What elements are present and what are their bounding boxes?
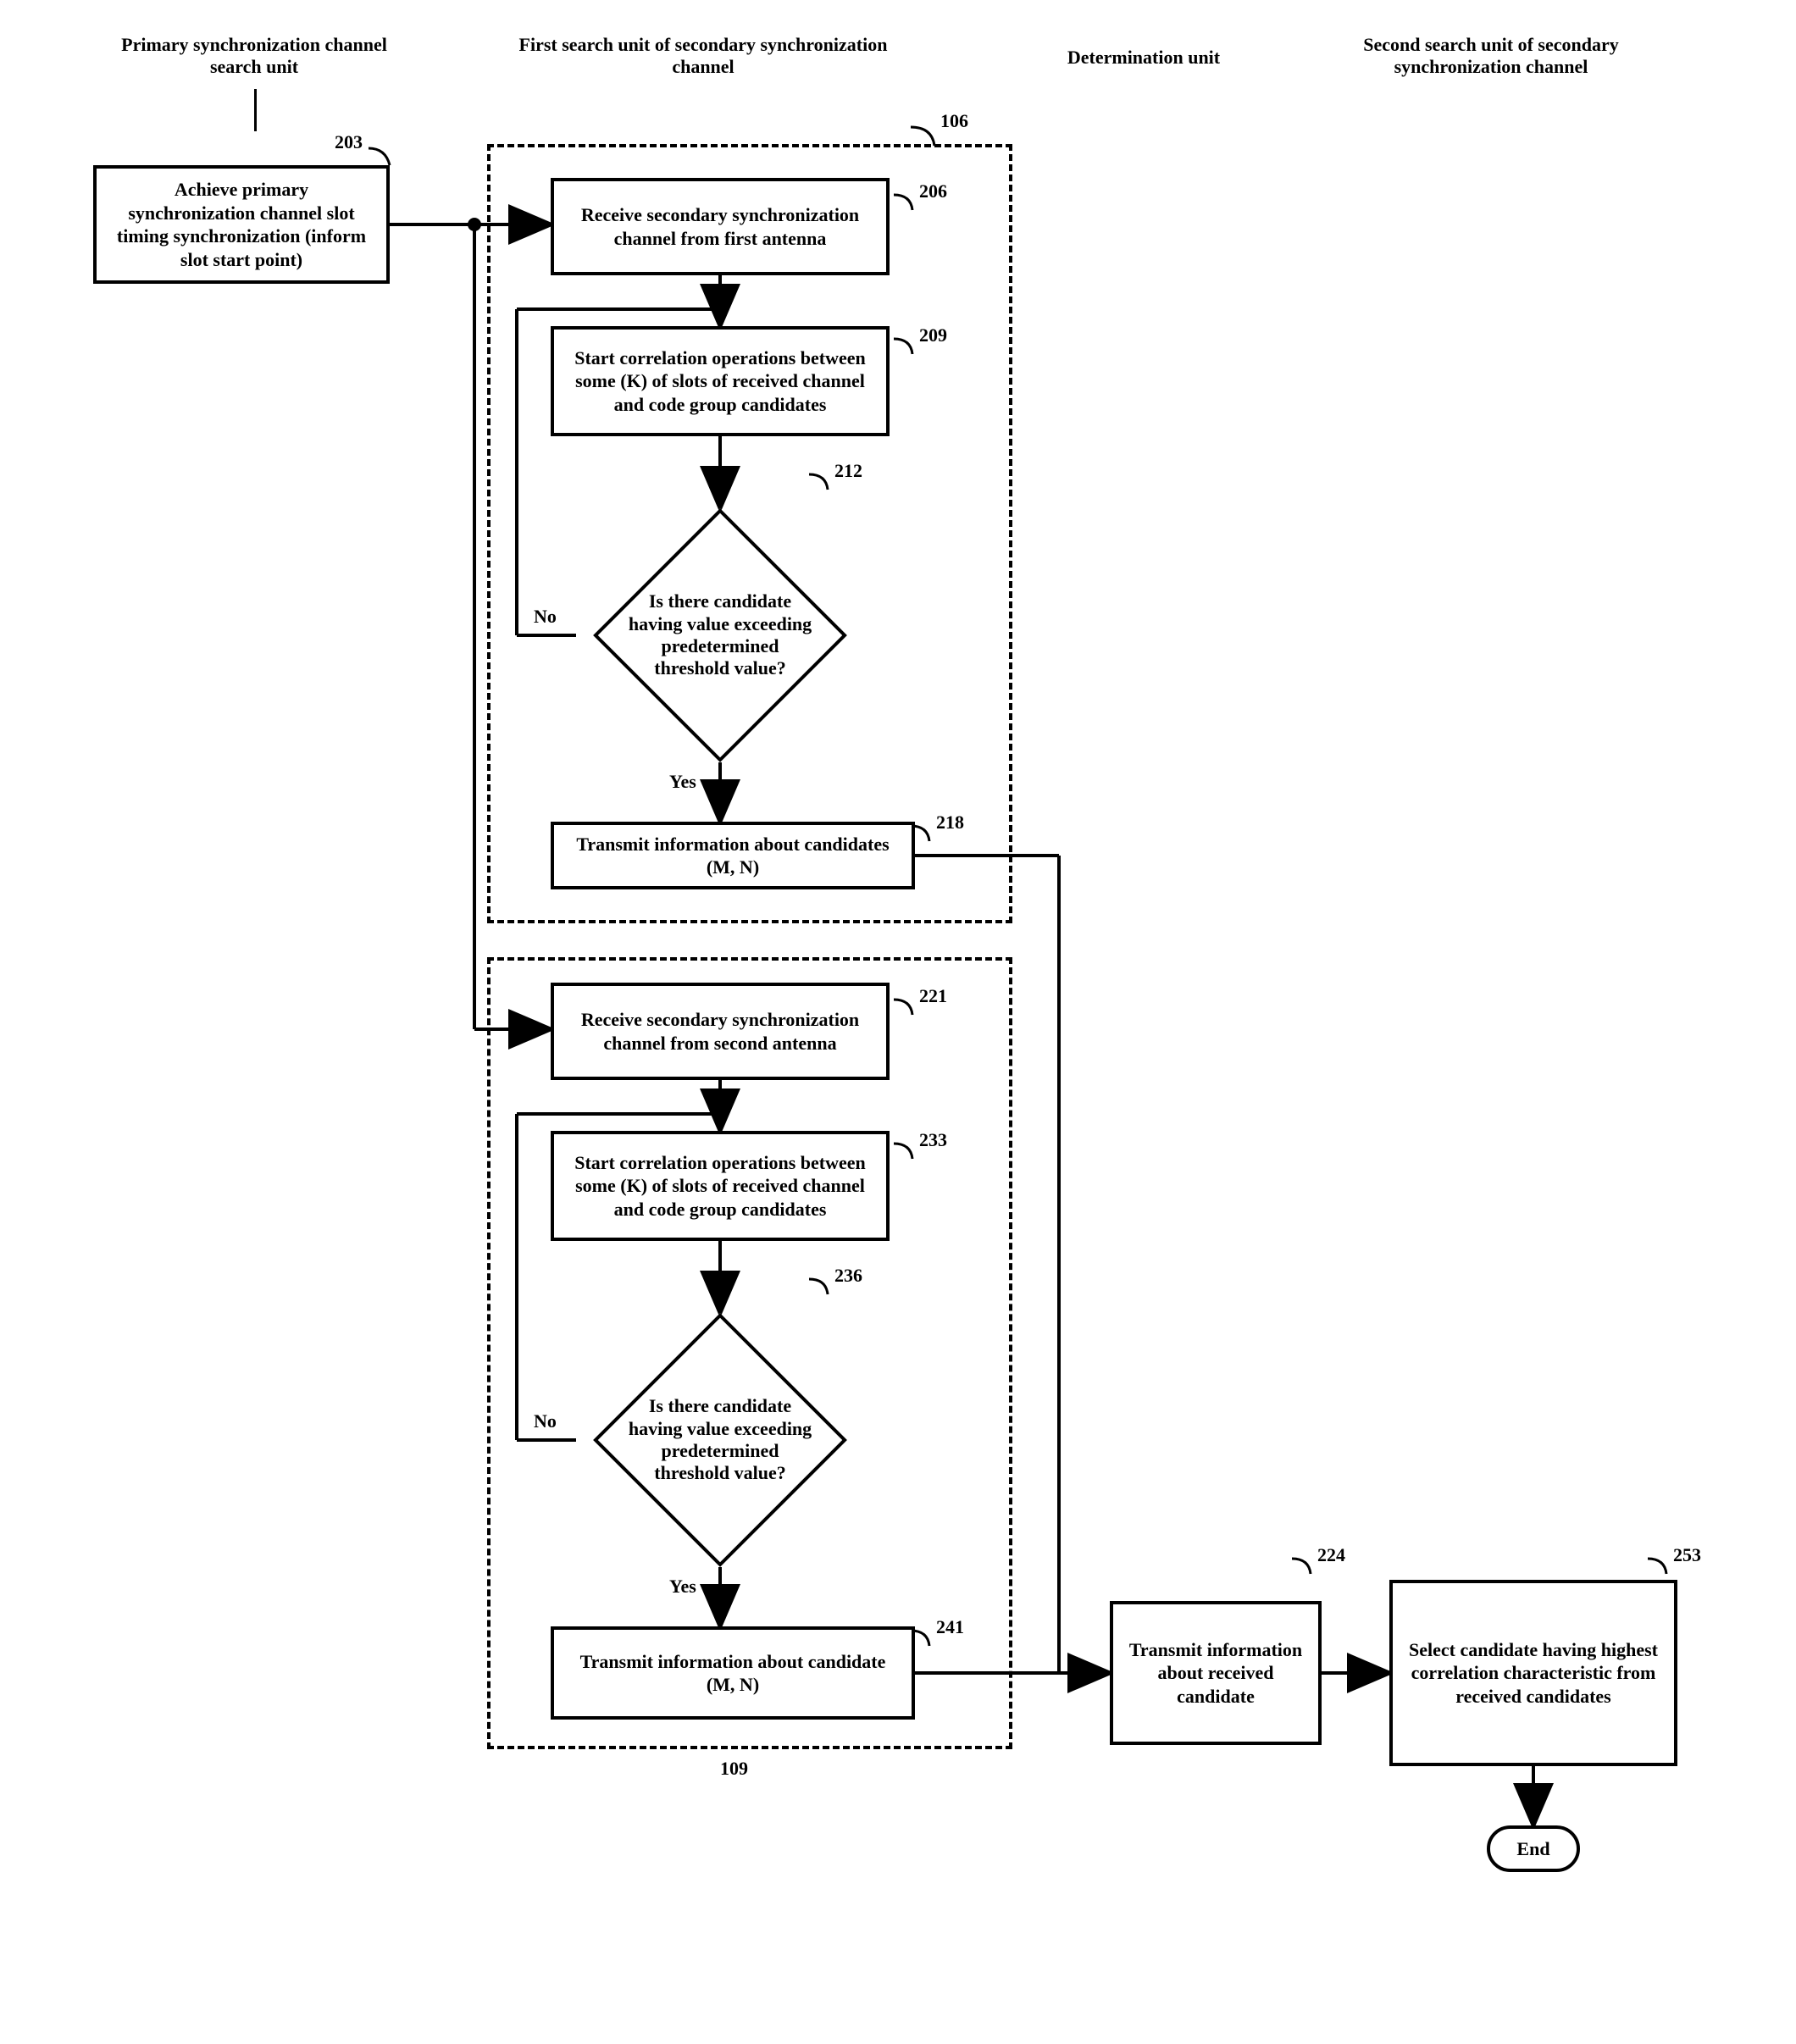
ref-224: 224 [1317,1544,1345,1566]
terminator-end-text: End [1516,1838,1549,1860]
header-first-search-text: First search unit of secondary synchroni… [519,34,888,77]
header-determination-text: Determination unit [1067,47,1220,68]
header-second-search-text: Second search unit of secondary synchron… [1363,34,1619,77]
ref-218: 218 [936,812,964,834]
ref-236: 236 [834,1265,862,1287]
ref-241: 241 [936,1616,964,1638]
box-253-select-candidate: Select candidate having highest correlat… [1389,1580,1677,1766]
ref-253: 253 [1673,1544,1701,1566]
header-primary-text: Primary synchronization channel search u… [121,34,387,77]
decision-212-text: Is there candidate having value exceedin… [627,590,813,680]
ref-206: 206 [919,180,947,202]
header-second-search: Second search unit of secondary synchron… [1322,34,1660,79]
box-221-receive-second-antenna: Receive secondary synchronization channe… [551,983,890,1080]
box-209-correlation-first: Start correlation operations between som… [551,326,890,436]
box-209-text: Start correlation operations between som… [568,346,873,417]
label-236-no: No [534,1410,557,1432]
box-253-text: Select candidate having highest correlat… [1406,1638,1660,1709]
box-224-text: Transmit information about received cand… [1127,1638,1305,1709]
box-224-transmit-received: Transmit information about received cand… [1110,1601,1322,1745]
box-241-text: Transmit information about candidate (M,… [568,1650,898,1697]
ref-106: 106 [940,110,968,132]
label-212-yes: Yes [669,771,696,793]
label-236-yes: Yes [669,1576,696,1598]
terminator-end: End [1487,1825,1580,1872]
box-206-receive-first-antenna: Receive secondary synchronization channe… [551,178,890,275]
ref-203: 203 [335,131,363,153]
ref-209: 209 [919,324,947,346]
ref-109: 109 [720,1758,748,1780]
header-primary-tick [254,89,257,131]
box-218-text: Transmit information about candidates (M… [568,833,898,879]
decision-236-text: Is there candidate having value exceedin… [627,1395,813,1485]
box-206-text: Receive secondary synchronization channe… [568,203,873,250]
box-218-transmit-candidates: Transmit information about candidates (M… [551,822,915,889]
ref-221: 221 [919,985,947,1007]
decision-236-threshold-second: Is there candidate having value exceedin… [593,1313,847,1567]
header-primary: Primary synchronization channel search u… [102,34,407,79]
box-241-transmit-candidate: Transmit information about candidate (M,… [551,1626,915,1720]
header-determination: Determination unit [1025,47,1262,69]
decision-212-threshold-first: Is there candidate having value exceedin… [593,508,847,762]
ref-233: 233 [919,1129,947,1151]
box-233-text: Start correlation operations between som… [568,1151,873,1221]
box-221-text: Receive secondary synchronization channe… [568,1008,873,1055]
header-first-search: First search unit of secondary synchroni… [508,34,898,79]
box-203-text: Achieve primary synchronization channel … [110,178,373,271]
box-233-correlation-second: Start correlation operations between som… [551,1131,890,1241]
ref-212: 212 [834,460,862,482]
box-203-primary-sync: Achieve primary synchronization channel … [93,165,390,284]
label-212-no: No [534,606,557,628]
